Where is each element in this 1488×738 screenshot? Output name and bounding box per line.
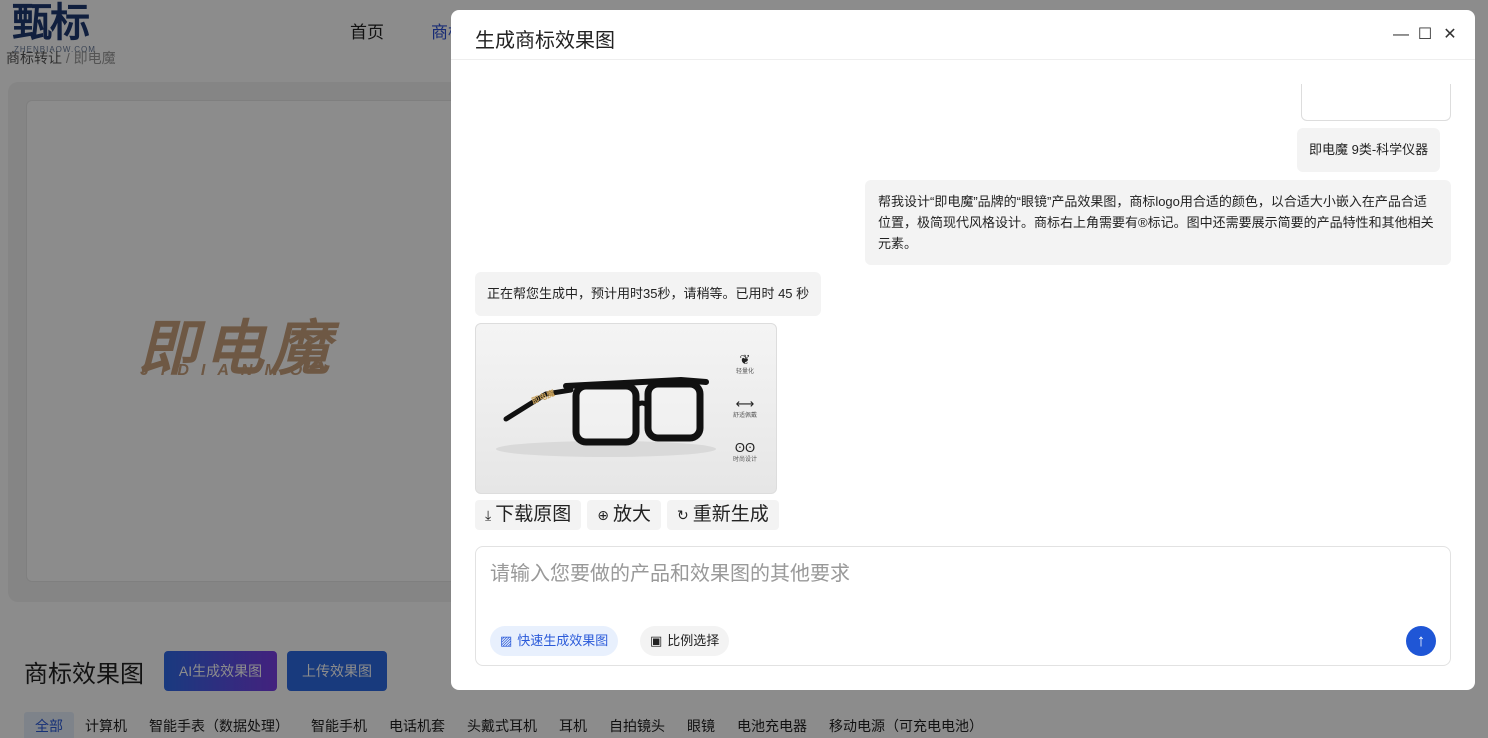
prompt-input[interactable] bbox=[490, 557, 1430, 617]
user-prompt-message: 帮我设计“即电魔”品牌的“眼镜”产品效果图，商标logo用合适的颜色，以合适大小… bbox=[865, 180, 1451, 265]
regenerate-label: 重新生成 bbox=[692, 504, 769, 525]
refresh-icon: ↻ bbox=[676, 507, 689, 523]
image-actions: ⤓ 下载原图 ⊕ 放大 ↻ 重新生成 bbox=[475, 500, 779, 530]
feather-icon: ❦ bbox=[739, 352, 751, 367]
ratio-select-label: 比例选择 bbox=[667, 633, 720, 648]
aspect-ratio-icon: ▣ bbox=[650, 633, 663, 648]
generate-effect-dialog: 生成商标效果图 — ☐ ✕ 即电魔 9类-科学仪器 帮我设计“即电魔”品牌的“眼… bbox=[451, 10, 1475, 690]
image-icon: ▨ bbox=[500, 633, 513, 648]
maximize-icon[interactable]: ☐ bbox=[1414, 24, 1436, 46]
feature-label: 时尚设计 bbox=[732, 457, 757, 463]
zoom-in-icon: ⊕ bbox=[597, 507, 609, 523]
previous-message-bubble bbox=[1301, 84, 1451, 121]
glasses-icon: ʘʘ bbox=[734, 440, 756, 455]
generated-effect-image[interactable]: 即电魔 ❦ 轻量化 ⟷ 舒适佩戴 ʘʘ 时尚设计 bbox=[475, 323, 777, 494]
dialog-header: 生成商标效果图 — ☐ ✕ bbox=[451, 10, 1475, 60]
close-icon[interactable]: ✕ bbox=[1439, 24, 1461, 46]
bot-status-message: 正在帮您生成中，预计用时35秒，请稍等。已用时 45 秒 bbox=[475, 272, 822, 316]
prompt-input-box: ▨ 快速生成效果图 ▣ 比例选择 ↑ bbox=[475, 546, 1451, 666]
dialog-title: 生成商标效果图 bbox=[475, 30, 615, 52]
arrow-up-icon: ↑ bbox=[1416, 631, 1426, 650]
send-button[interactable]: ↑ bbox=[1406, 626, 1436, 656]
zoom-label: 放大 bbox=[612, 504, 651, 525]
zoom-button[interactable]: ⊕ 放大 bbox=[587, 500, 661, 530]
download-label: 下载原图 bbox=[495, 504, 572, 525]
feature-label: 轻量化 bbox=[735, 369, 754, 375]
image-brand-text: 即电魔 bbox=[530, 388, 556, 406]
quick-generate-label: 快速生成效果图 bbox=[517, 633, 609, 648]
arrows-icon: ⟷ bbox=[735, 396, 755, 411]
feature-label: 舒适佩戴 bbox=[732, 413, 757, 419]
feature-style: ʘʘ 时尚设计 bbox=[728, 440, 762, 464]
download-icon: ⤓ bbox=[485, 507, 492, 523]
download-button[interactable]: ⤓ 下载原图 bbox=[475, 500, 582, 530]
regenerate-button[interactable]: ↻ 重新生成 bbox=[666, 500, 779, 530]
minimize-icon[interactable]: — bbox=[1390, 24, 1412, 46]
feature-comfort: ⟷ 舒适佩戴 bbox=[728, 396, 762, 420]
feature-lightweight: ❦ 轻量化 bbox=[728, 352, 762, 376]
ratio-select-chip[interactable]: ▣ 比例选择 bbox=[640, 626, 730, 656]
user-trademark-message: 即电魔 9类-科学仪器 bbox=[1297, 128, 1441, 172]
quick-generate-chip[interactable]: ▨ 快速生成效果图 bbox=[490, 626, 619, 656]
